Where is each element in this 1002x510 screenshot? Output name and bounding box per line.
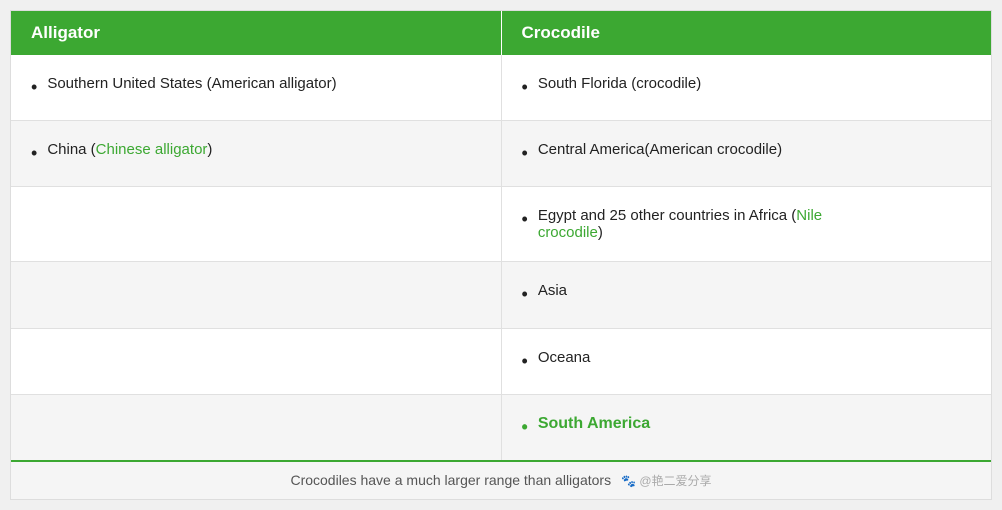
comparison-table: Alligator Crocodile • Southern United St… xyxy=(10,10,992,500)
list-item: • Egypt and 25 other countries in Africa… xyxy=(522,207,972,241)
green-text: Chinese alligator xyxy=(96,141,208,158)
item-text: South Florida (crocodile) xyxy=(538,75,701,92)
table-row: • Egypt and 25 other countries in Africa… xyxy=(11,187,991,262)
green-text: Nilecrocodile xyxy=(538,207,822,241)
table-row: • Asia xyxy=(11,262,991,328)
table-header: Alligator Crocodile xyxy=(11,11,991,55)
bullet-icon: • xyxy=(31,141,37,166)
list-item: • South America xyxy=(522,415,972,440)
item-text: Central America(American crocodile) xyxy=(538,141,782,158)
list-item: • Oceana xyxy=(522,349,972,374)
crocodile-cell-5: • Oceana xyxy=(502,329,992,394)
list-item: • Central America(American crocodile) xyxy=(522,141,972,166)
crocodile-cell-6: • South America xyxy=(502,395,992,460)
item-text: Egypt and 25 other countries in Africa (… xyxy=(538,207,822,241)
item-text: Southern United States (American alligat… xyxy=(47,75,336,92)
item-text: Asia xyxy=(538,282,567,299)
crocodile-cell-2: • Central America(American crocodile) xyxy=(502,121,992,186)
bullet-icon: • xyxy=(522,141,528,166)
bullet-icon: • xyxy=(522,282,528,307)
list-item: • Southern United States (American allig… xyxy=(31,75,481,100)
crocodile-cell-1: • South Florida (crocodile) xyxy=(502,55,992,120)
watermark: 🐾 @艳二爱分享 xyxy=(621,472,711,489)
south-america-text: South America xyxy=(538,415,650,433)
bullet-icon: • xyxy=(522,349,528,374)
alligator-cell-4 xyxy=(11,262,502,327)
alligator-cell-1: • Southern United States (American allig… xyxy=(11,55,502,120)
bullet-icon: • xyxy=(522,75,528,100)
list-item: • China (Chinese alligator) xyxy=(31,141,481,166)
list-item: • Asia xyxy=(522,282,972,307)
bullet-icon: • xyxy=(31,75,37,100)
table-row: • China (Chinese alligator) • Central Am… xyxy=(11,121,991,187)
bullet-icon: • xyxy=(522,415,528,440)
header-alligator: Alligator xyxy=(11,11,502,55)
header-crocodile: Crocodile xyxy=(502,11,992,55)
alligator-cell-2: • China (Chinese alligator) xyxy=(11,121,502,186)
alligator-cell-6 xyxy=(11,395,502,460)
bullet-icon: • xyxy=(522,207,528,232)
alligator-cell-3 xyxy=(11,187,502,261)
item-text: Oceana xyxy=(538,349,591,366)
item-text: China (Chinese alligator) xyxy=(47,141,212,158)
crocodile-cell-3: • Egypt and 25 other countries in Africa… xyxy=(502,187,992,261)
table-row: • South America xyxy=(11,395,991,460)
table-row: • Oceana xyxy=(11,329,991,395)
crocodile-cell-4: • Asia xyxy=(502,262,992,327)
footer: Crocodiles have a much larger range than… xyxy=(11,460,991,499)
alligator-cell-5 xyxy=(11,329,502,394)
list-item: • South Florida (crocodile) xyxy=(522,75,972,100)
table-row: • Southern United States (American allig… xyxy=(11,55,991,121)
footer-text: Crocodiles have a much larger range than… xyxy=(290,472,611,488)
